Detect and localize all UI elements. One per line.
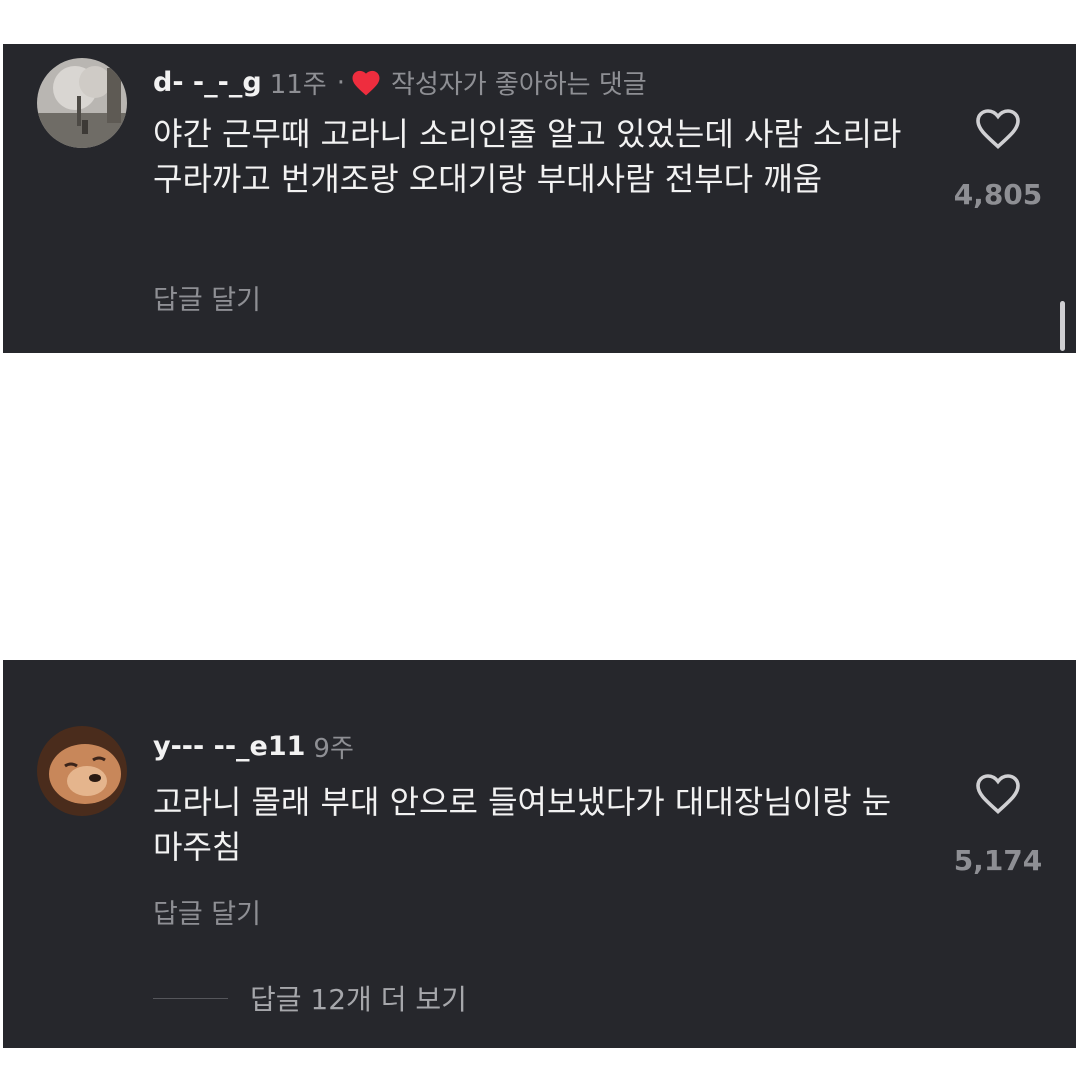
creator-liked-label: 작성자가 좋아하는 댓글 [390,70,647,100]
view-more-replies-label: 답글 12개 더 보기 [250,983,467,1016]
comment-card-1: d- -_-_g 11주 · 작성자가 좋아하는 댓글 야간 근무때 고라니 소… [3,44,1076,353]
comment-text: 야간 근무때 고라니 소리인줄 알고 있었는데 사람 소리라 구라까고 번개조랑… [153,115,902,198]
username[interactable]: y--- --_e11 [153,731,305,762]
reply-button[interactable]: 답글 달기 [153,278,261,317]
timestamp: 11주 [269,70,327,100]
like-button[interactable] [974,771,1022,819]
timestamp: 9주 [313,734,354,764]
cherry-blossom-photo-avatar [37,58,127,148]
heart-outline-icon [976,109,1020,150]
heart-filled-icon [351,69,381,96]
heart-outline-icon [976,774,1020,815]
dog-photo-avatar [37,726,127,816]
scrollbar[interactable] [1060,301,1065,351]
comment-meta: y--- --_e11 9주 [153,728,354,765]
comment-text: 고라니 몰래 부대 안으로 들여보냈다가 대대장님이랑 눈 마주침 [153,783,892,866]
divider-line [153,997,228,999]
separator-dot: · [336,67,345,98]
like-button[interactable] [974,106,1022,154]
view-more-replies-button[interactable]: 답글 12개 더 보기 [153,978,467,1018]
avatar[interactable] [37,726,127,816]
reply-button[interactable]: 답글 달기 [153,892,261,931]
like-count: 4,805 [953,178,1043,211]
like-count: 5,174 [953,844,1043,877]
comment-card-2: y--- --_e11 9주 고라니 몰래 부대 안으로 들여보냈다가 대대장님… [3,660,1076,1048]
avatar[interactable] [37,58,127,148]
comment-meta: d- -_-_g 11주 · 작성자가 좋아하는 댓글 [153,64,647,101]
username[interactable]: d- -_-_g [153,67,262,98]
